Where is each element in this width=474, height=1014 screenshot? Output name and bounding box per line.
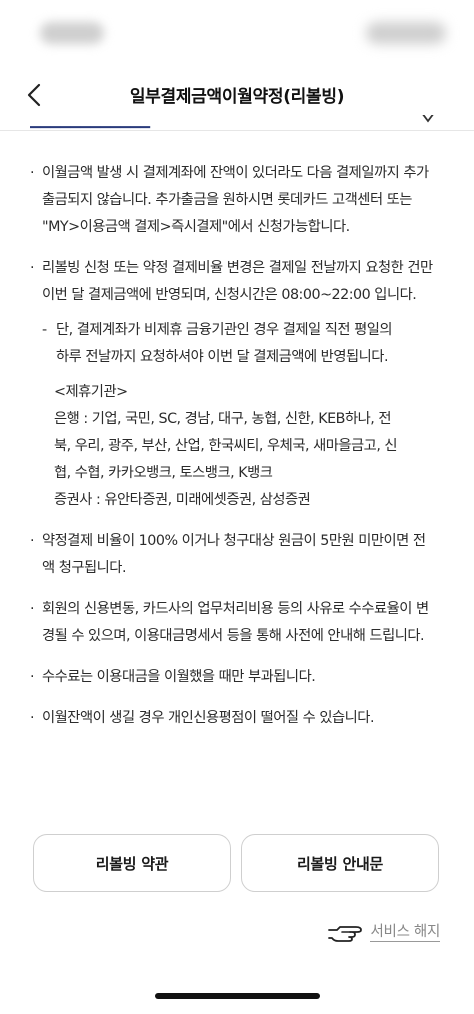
home-indicator <box>155 993 320 999</box>
notice-text: 약정결제 비율이 100% 이거나 청구대상 원금이 5만원 미만이면 전액 청… <box>42 533 426 576</box>
header: 일부결제금액이월약정(리볼빙) <box>0 70 474 120</box>
service-cancel-label[interactable]: 서비스 해지 <box>370 923 440 942</box>
notice-text: 리볼빙 신청 또는 약정 결제비율 변경은 결제일 전날까지 요청한 건만 이번… <box>42 260 433 303</box>
sub-notice: - 단, 결제계좌가 비제휴 금융기관인 경우 결제일 직전 평일의 하루 전날… <box>0 317 438 371</box>
status-icons-blurred <box>366 22 446 44</box>
dash: - <box>42 322 47 338</box>
partners-securities: 증권사 : 유안타증권, 미래에셋증권, 삼성증권 <box>54 492 311 508</box>
chevron-up-icon[interactable] <box>420 114 436 128</box>
partner-institutions: <제휴기관> 은행 : 기업, 국민, SC, 경남, 대구, 농협, 신한, … <box>0 379 438 514</box>
list-item: · 회원의 신용변동, 카드사의 업무처리비용 등의 사유로 수수료율이 변경될… <box>0 596 474 650</box>
bullet: · <box>30 260 35 276</box>
partners-heading: <제휴기관> <box>54 384 128 400</box>
pointing-hand-icon <box>328 926 363 942</box>
status-bar <box>0 0 474 70</box>
partners-banks: 은행 : 기업, 국민, SC, 경남, 대구, 농협, 신한, KEB하나, … <box>54 411 398 481</box>
clipped-section-heading: ▁▁▁▁▁▁▁▁▁▁▁▁ <box>30 120 150 129</box>
service-cancel-link[interactable]: 서비스 해지 <box>326 917 440 947</box>
list-item: · 리볼빙 신청 또는 약정 결제비율 변경은 결제일 전날까지 요청한 건만 … <box>0 255 474 514</box>
notice-text: 이월금액 발생 시 결제계좌에 잔액이 있더라도 다음 결제일까지 추가출금되지… <box>42 165 429 235</box>
bullet: · <box>30 601 35 617</box>
divider <box>0 130 474 131</box>
list-item: · 이월잔액이 생길 경우 개인신용평점이 떨어질 수 있습니다. <box>0 705 474 732</box>
status-time-blurred <box>40 22 104 44</box>
bullet: · <box>30 533 35 549</box>
notice-list: · 이월금액 발생 시 결제계좌에 잔액이 있더라도 다음 결제일까지 추가출금… <box>0 160 474 746</box>
notice-text: 회원의 신용변동, 카드사의 업무처리비용 등의 사유로 수수료율이 변경될 수… <box>42 601 429 644</box>
list-item: · 약정결제 비율이 100% 이거나 청구대상 원금이 5만원 미만이면 전액… <box>0 528 474 582</box>
page-title: 일부결제금액이월약정(리볼빙) <box>129 87 345 107</box>
bullet: · <box>30 165 35 181</box>
list-item: · 수수료는 이용대금을 이월했을 때만 부과됩니다. <box>0 664 474 691</box>
notice-text: 이월잔액이 생길 경우 개인신용평점이 떨어질 수 있습니다. <box>42 710 375 726</box>
revolving-guide-button[interactable]: 리볼빙 안내문 <box>241 834 439 892</box>
action-buttons: 리볼빙 약관 리볼빙 안내문 <box>33 834 439 892</box>
list-item: · 이월금액 발생 시 결제계좌에 잔액이 있더라도 다음 결제일까지 추가출금… <box>0 160 474 241</box>
bullet: · <box>30 710 35 726</box>
bullet: · <box>30 669 35 685</box>
notice-text: 수수료는 이용대금을 이월했을 때만 부과됩니다. <box>42 669 316 685</box>
sub-notice-text: 단, 결제계좌가 비제휴 금융기관인 경우 결제일 직전 평일의 하루 전날까지… <box>56 322 393 365</box>
revolving-terms-button[interactable]: 리볼빙 약관 <box>33 834 231 892</box>
